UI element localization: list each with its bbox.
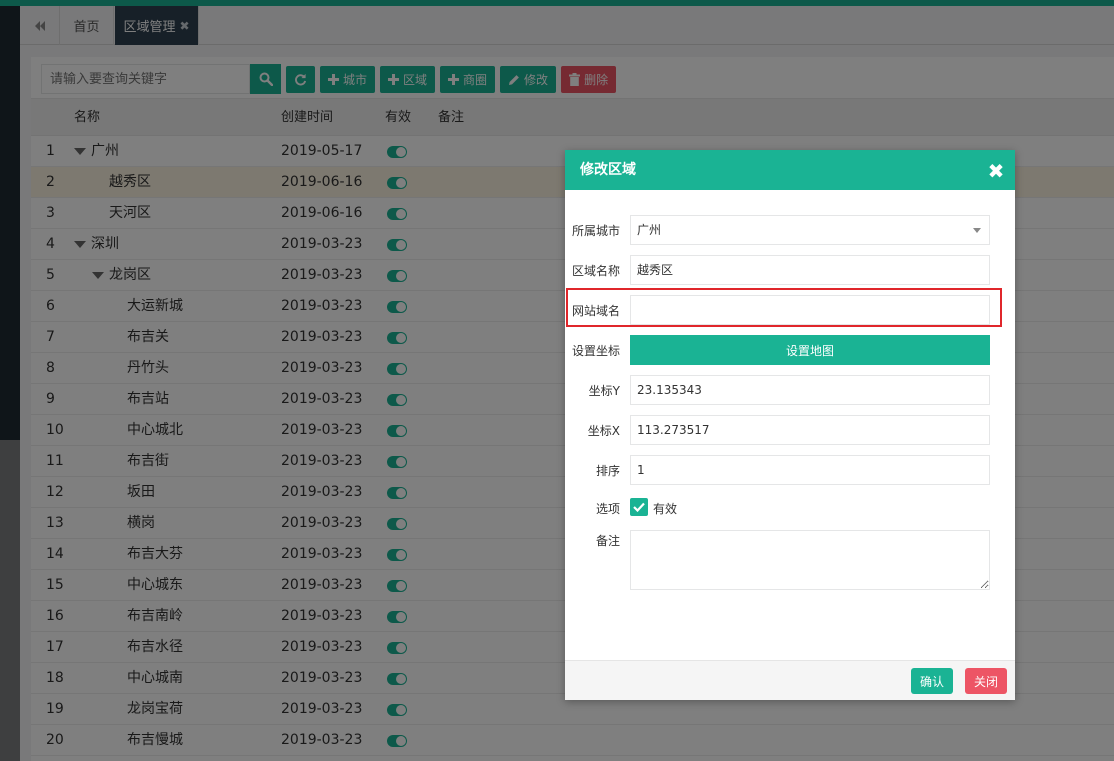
check-icon xyxy=(633,502,645,512)
domain-input[interactable] xyxy=(630,295,990,325)
edit-area-dialog: 修改区域 ✖ 所属城市 广州 区域名称 越秀区 网站域名 设置坐标 设置地图 坐… xyxy=(565,150,1015,700)
remark-textarea[interactable] xyxy=(630,530,990,590)
lat-input[interactable]: 23.135343 xyxy=(630,375,990,405)
dialog-title: 修改区域 xyxy=(580,162,636,178)
coord-label: 设置坐标 xyxy=(571,344,620,358)
area-name-input[interactable]: 越秀区 xyxy=(630,255,990,285)
city-select-value: 广州 xyxy=(637,223,662,237)
remark-label: 备注 xyxy=(595,534,620,548)
option-label: 选项 xyxy=(595,502,620,516)
dialog-footer: 确认 关闭 xyxy=(565,660,1015,700)
lng-input[interactable]: 113.273517 xyxy=(630,415,990,445)
confirm-button[interactable]: 确认 xyxy=(911,668,953,694)
set-map-button[interactable]: 设置地图 xyxy=(630,335,990,365)
order-label: 排序 xyxy=(595,464,620,478)
order-input[interactable]: 1 xyxy=(630,455,990,485)
valid-checkbox[interactable] xyxy=(630,498,648,516)
city-select[interactable]: 广州 xyxy=(630,215,990,245)
lat-label: 坐标Y xyxy=(588,384,620,398)
area-name-label: 区域名称 xyxy=(571,264,620,278)
valid-checkbox-label[interactable]: 有效 xyxy=(653,500,677,517)
dialog-header: 修改区域 ✖ xyxy=(565,150,1015,190)
lng-label: 坐标X xyxy=(587,424,620,438)
close-button[interactable]: 关闭 xyxy=(965,668,1007,694)
dropdown-arrow-icon xyxy=(973,228,981,233)
city-label: 所属城市 xyxy=(571,224,620,238)
close-icon[interactable]: ✖ xyxy=(986,161,1006,181)
domain-label: 网站域名 xyxy=(571,304,620,318)
